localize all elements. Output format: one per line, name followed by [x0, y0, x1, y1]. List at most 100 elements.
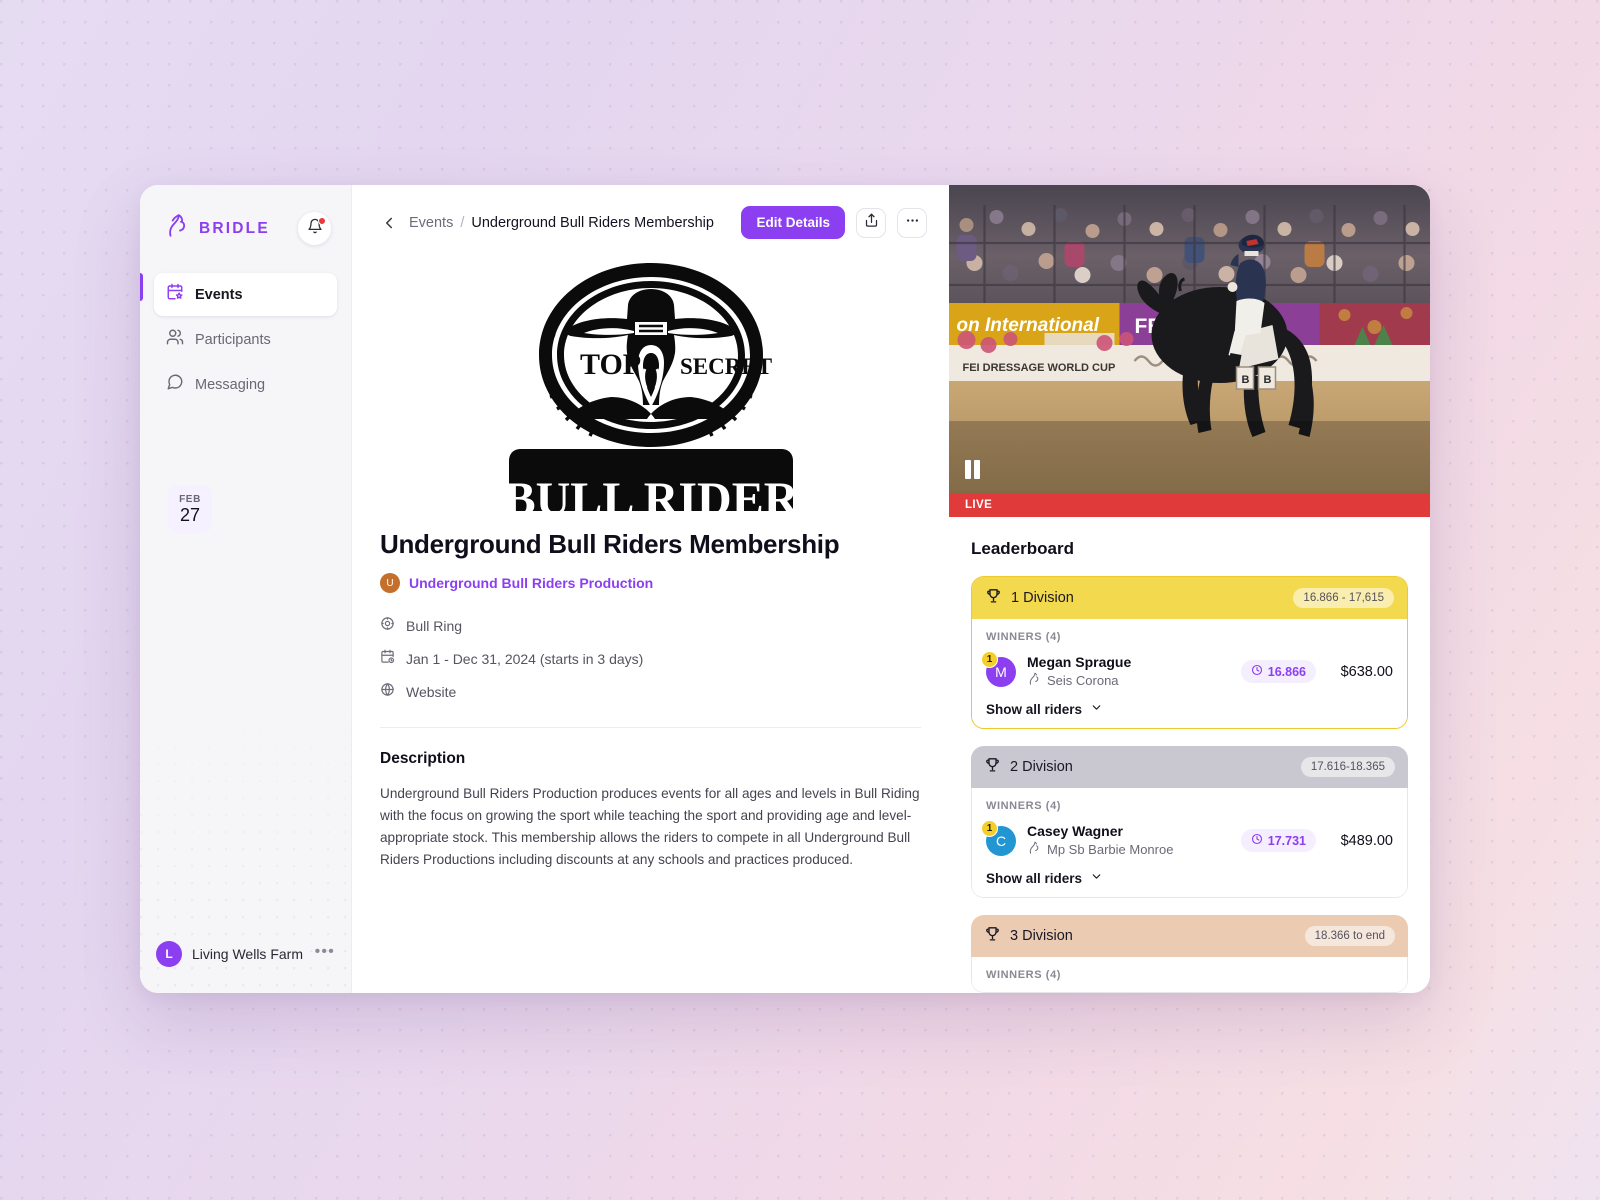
users-icon [166, 328, 184, 351]
website-link[interactable]: Website [406, 684, 456, 700]
meta-location-text: Bull Ring [406, 618, 463, 634]
division-card: 2 Division 17.616-18.365 WINNERS (4) C 1… [971, 746, 1408, 898]
live-label: LIVE [965, 499, 993, 511]
account-footer[interactable]: L Living Wells Farm ••• [140, 941, 351, 993]
sidebar-item-label: Events [195, 286, 243, 303]
score-badge: 17.731 [1240, 829, 1316, 852]
more-options-button[interactable] [897, 207, 927, 238]
trophy-icon [984, 925, 1001, 947]
show-all-riders-button[interactable]: Show all riders [986, 701, 1393, 717]
meta-location: Bull Ring [380, 616, 921, 636]
horse-icon [1027, 672, 1041, 689]
rider-name: Casey Wagner [1027, 823, 1123, 839]
event-detail-panel: Events / Underground Bull Riders Members… [168, 185, 949, 993]
chevron-down-icon [1090, 870, 1103, 886]
page-title: Underground Bull Riders Membership [380, 529, 840, 559]
division-header[interactable]: 2 Division 17.616-18.365 [971, 746, 1408, 788]
rank-badge: 1 [981, 819, 998, 837]
dressage-video-frame: on International FEI DR FEI DRESSAGE WOR… [949, 185, 1430, 493]
trophy-icon [985, 587, 1002, 609]
rider-horse: Seis Corona [1027, 672, 1230, 689]
notification-badge [318, 217, 326, 225]
division-card: 1 Division 16.866 - 17,615 WINNERS (4) M… [971, 576, 1408, 729]
svg-text:on International: on International [957, 315, 1100, 336]
prize-amount: $638.00 [1340, 663, 1393, 680]
avatar: L [156, 941, 182, 967]
horse-head-icon [164, 213, 190, 244]
winners-label: WINNERS (4) [986, 800, 1062, 812]
winners-label: WINNERS (4) [986, 969, 1062, 981]
edit-details-button[interactable]: Edit Details [741, 206, 845, 239]
sidebar-item-participants[interactable]: Participants [154, 318, 337, 361]
table-row[interactable]: C 1 Casey Wagner Mp Sb Barbie Monroe 17.… [981, 819, 1393, 858]
logo-top-text: TOP [580, 348, 641, 381]
division-name: 3 Division [1010, 928, 1073, 944]
rider-info: Megan Sprague Seis Corona [1027, 654, 1230, 689]
division-body: WINNERS (4) M 1 Megan Sprague Seis Coron… [972, 619, 1407, 728]
calendar-star-icon [166, 283, 184, 306]
account-more-button[interactable]: ••• [315, 943, 335, 965]
rider-info: Casey Wagner Mp Sb Barbie Monroe [1027, 823, 1230, 858]
sidebar-item-label: Participants [195, 331, 271, 348]
score-value: 16.866 [1267, 664, 1306, 679]
event-meta: Bull Ring Jan 1 - Dec 31, 2024 (starts i… [380, 616, 921, 702]
division-body: WINNERS (4) [971, 957, 1408, 993]
back-button[interactable] [380, 214, 398, 232]
meta-dates-text: Jan 1 - Dec 31, 2024 (starts in 3 days) [406, 651, 644, 667]
chevron-down-icon [1090, 701, 1103, 717]
rider-name: Megan Sprague [1027, 654, 1132, 670]
description-text: Underground Bull Riders Production produ… [380, 786, 920, 868]
division-range-badge: 18.366 to end [1304, 926, 1395, 946]
calendar-clock-icon [380, 649, 395, 669]
score-value: 17.731 [1267, 833, 1306, 848]
meta-website[interactable]: Website [380, 682, 921, 702]
division-header[interactable]: 3 Division 18.366 to end [971, 915, 1408, 957]
account-name: Living Wells Farm [192, 946, 303, 962]
rider-horse: Mp Sb Barbie Monroe [1027, 841, 1230, 858]
chat-bubble-icon [166, 373, 184, 396]
rider-avatar-wrap: C 1 [981, 819, 1016, 856]
show-all-riders-button[interactable]: Show all riders [986, 870, 1393, 886]
livestream-leaderboard-panel: on International FEI DR FEI DRESSAGE WOR… [949, 185, 1430, 993]
logo-secret-text: SECRET [680, 354, 772, 379]
division-range-badge: 17.616-18.365 [1300, 757, 1395, 777]
pause-button[interactable] [965, 460, 984, 479]
rank-badge: 1 [981, 650, 998, 668]
clock-icon [1251, 664, 1263, 679]
breadcrumb-events[interactable]: Events [409, 215, 453, 231]
sidebar: BRIDLE Events Participants Messaging L L… [140, 185, 352, 993]
division-body: WINNERS (4) C 1 Casey Wagner Mp Sb Barbi… [971, 788, 1408, 898]
show-all-label: Show all riders [986, 870, 1083, 886]
event-banner-image: TOP SECRET BULL RIDER [352, 251, 949, 511]
horse-name: Mp Sb Barbie Monroe [1047, 842, 1174, 857]
event-toolbar: Events / Underground Bull Riders Members… [352, 185, 949, 251]
organizer-link[interactable]: Underground Bull Riders Production [409, 575, 653, 591]
svg-text:B: B [1242, 374, 1250, 386]
brand-logo: BRIDLE [164, 213, 270, 244]
score-badge: 16.866 [1240, 660, 1316, 683]
svg-text:FEI DRESSAGE WORLD CUP: FEI DRESSAGE WORLD CUP [963, 362, 1116, 374]
horse-name: Seis Corona [1047, 673, 1119, 688]
brand-name: BRIDLE [199, 219, 270, 237]
sidebar-item-label: Messaging [195, 376, 266, 393]
division-header[interactable]: 1 Division 16.866 - 17,615 [972, 577, 1407, 619]
organizer-row[interactable]: U Underground Bull Riders Production [380, 573, 921, 593]
event-body: Underground Bull Riders Membership U Und… [352, 511, 949, 871]
notifications-button[interactable] [298, 212, 331, 245]
divider [380, 727, 921, 728]
rider-avatar-wrap: M 1 [981, 650, 1016, 687]
division-name: 1 Division [1011, 590, 1074, 606]
bull-rider-logo-icon: TOP SECRET BULL RIDER [503, 263, 799, 511]
leaderboard: Leaderboard 1 Division 16.866 - 17,615 W… [949, 517, 1430, 993]
sidebar-nav: Events Participants Messaging [140, 273, 351, 406]
active-tab-indicator [140, 273, 143, 301]
share-button[interactable] [856, 207, 886, 238]
app-window: BRIDLE Events Participants Messaging L L… [140, 185, 1430, 993]
sidebar-item-messaging[interactable]: Messaging [154, 363, 337, 406]
division-range-badge: 16.866 - 17,615 [1293, 588, 1394, 608]
organizer-avatar: U [380, 573, 400, 593]
table-row[interactable]: M 1 Megan Sprague Seis Corona 16.866 $63… [981, 650, 1393, 689]
live-video-player[interactable]: on International FEI DR FEI DRESSAGE WOR… [949, 185, 1430, 493]
share-icon [864, 213, 879, 233]
sidebar-item-events[interactable]: Events [154, 273, 337, 316]
